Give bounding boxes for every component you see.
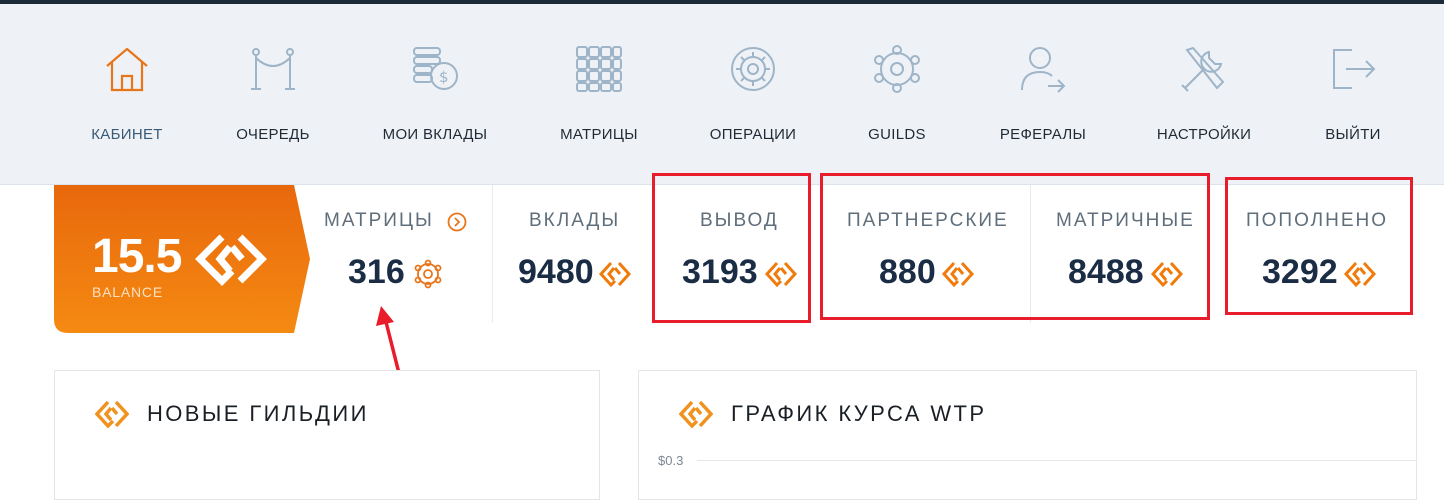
matrix-network-icon	[414, 259, 442, 289]
house-icon	[106, 47, 148, 92]
wtp-logo-icon	[678, 400, 714, 429]
stat-matrices-label: МАТРИЦЫ	[324, 210, 434, 231]
highlight-box-replenished	[1225, 177, 1413, 315]
balance-card: 15.5 BALANCE	[54, 185, 310, 333]
chart-gridline	[697, 460, 1417, 461]
stat-divider	[492, 185, 493, 323]
balance-label: BALANCE	[92, 284, 163, 300]
wtp-logo-icon	[94, 400, 130, 429]
wtp-rate-chart-panel: ГРАФИК КУРСА WTP $0.3	[638, 370, 1417, 500]
referral-user-icon	[1021, 47, 1066, 93]
new-guilds-panel: НОВЫЕ ГИЛЬДИИ	[54, 370, 600, 500]
nav-item-matrices[interactable]: МАТРИЦЫ	[556, 4, 642, 185]
nav-item-queue[interactable]: ОЧЕРЕДЬ	[230, 4, 316, 185]
stat-deposits-label: ВКЛАДЫ	[529, 210, 621, 231]
nav-item-guilds[interactable]: GUILDS	[862, 4, 932, 185]
svg-text:$: $	[439, 68, 449, 86]
guilds-network-icon	[874, 45, 920, 93]
nav-item-referrals[interactable]: РЕФЕРАЛЫ	[1000, 4, 1086, 185]
nav-item-logout[interactable]: ВЫЙТИ	[1320, 4, 1386, 185]
nav-label-operations: ОПЕРАЦИИ	[709, 126, 797, 143]
settings-tools-icon	[1181, 46, 1225, 92]
highlight-box-income	[820, 173, 1210, 320]
balance-value: 15.5	[92, 230, 182, 283]
nav-item-settings[interactable]: НАСТРОЙКИ	[1154, 4, 1254, 185]
nav-label-settings: НАСТРОЙКИ	[1156, 126, 1252, 143]
nav-label-queue: ОЧЕРЕДЬ	[236, 126, 310, 143]
nav-item-my-deposits[interactable]: $ МОИ ВКЛАДЫ	[380, 4, 490, 185]
arrow-circle-right-icon[interactable]	[447, 212, 467, 232]
coins-dollar-icon: $	[413, 47, 458, 90]
stat-deposits-value: 9480	[518, 253, 594, 291]
queue-barrier-icon	[251, 48, 295, 90]
nav-item-cabinet[interactable]: КАБИНЕТ	[82, 4, 172, 185]
wtp-logo-icon	[195, 234, 267, 286]
matrix-grid-icon	[576, 46, 622, 92]
stat-deposits: ВКЛАДЫ 9480	[494, 185, 654, 325]
nav-label-guilds: GUILDS	[868, 126, 926, 143]
chart-y-tick-label: $0.3	[658, 453, 684, 468]
nav-item-operations[interactable]: ОПЕРАЦИИ	[706, 4, 800, 185]
nav-label-my-deposits: МОИ ВКЛАДЫ	[382, 126, 488, 143]
stat-matrices-value: 316	[348, 253, 405, 291]
logout-icon	[1333, 49, 1376, 89]
wtp-rate-chart-title: ГРАФИК КУРСА WTP	[731, 401, 987, 426]
new-guilds-title: НОВЫЕ ГИЛЬДИИ	[147, 401, 369, 426]
stat-matrices: МАТРИЦЫ 316	[310, 185, 490, 325]
highlight-box-withdraw	[652, 173, 811, 323]
main-nav: КАБИНЕТ ОЧЕРЕДЬ $ МОИ ВКЛАДЫ МАТРИЦЫ ОПЕ…	[0, 4, 1444, 185]
nav-label-logout: ВЫЙТИ	[1325, 126, 1381, 143]
operations-gear-icon	[731, 47, 775, 91]
nav-label-cabinet: КАБИНЕТ	[91, 126, 163, 143]
nav-label-matrices: МАТРИЦЫ	[560, 126, 638, 143]
nav-label-referrals: РЕФЕРАЛЫ	[999, 126, 1087, 143]
wtp-token-icon	[598, 261, 632, 288]
